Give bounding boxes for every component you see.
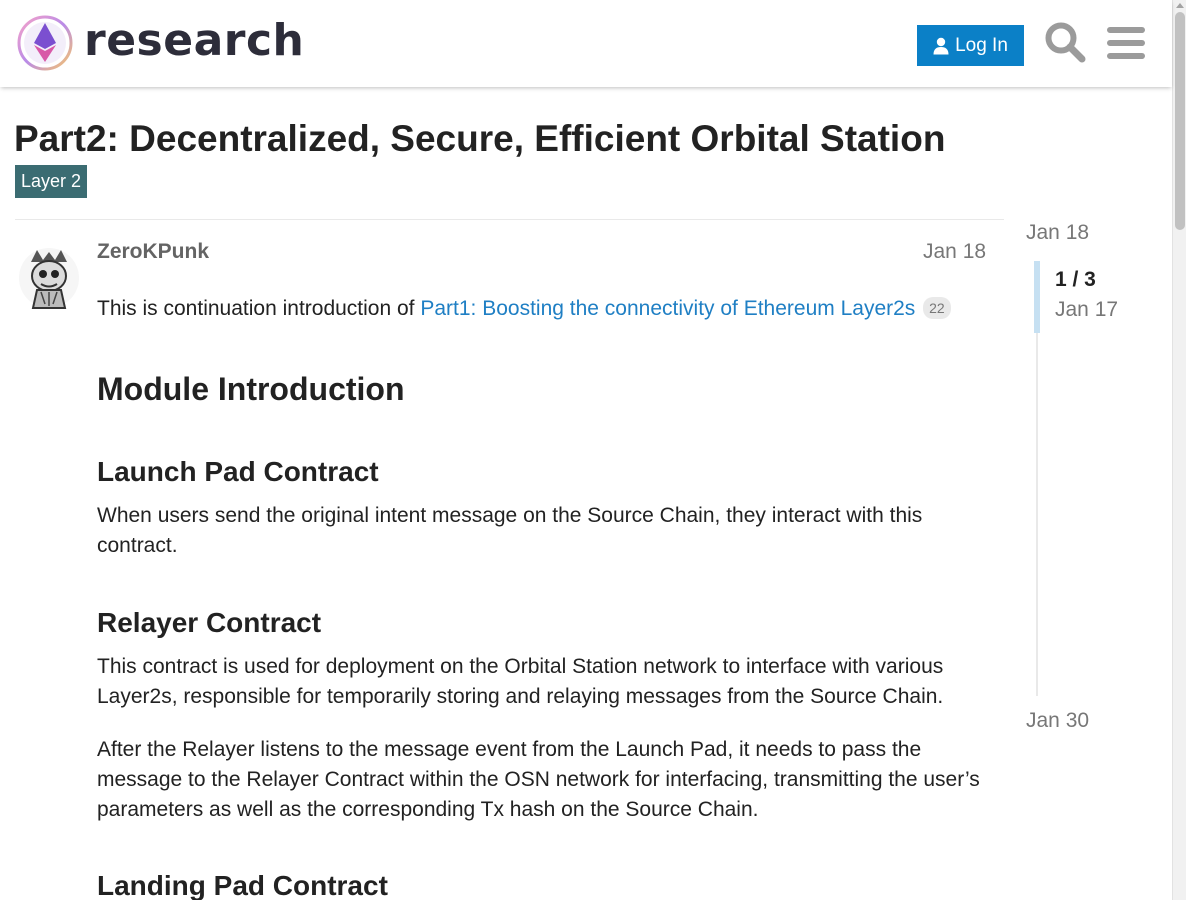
post-body: This is continuation introduction of Par… (97, 294, 997, 900)
paragraph-relayer-1: This contract is used for deployment on … (97, 655, 944, 708)
post-intro: This is continuation introduction of Par… (97, 294, 997, 324)
topic-title[interactable]: Part2: Decentralized, Secure, Efficient … (14, 118, 945, 160)
ethereum-research-logo-icon (17, 15, 73, 71)
post-intro-text: This is continuation introduction of (97, 297, 421, 320)
post-author[interactable]: ZeroKPunk (97, 240, 209, 264)
category-badge[interactable]: Layer 2 (15, 165, 88, 198)
post-date[interactable]: Jan 18 (923, 240, 986, 264)
scroll-up-arrow-icon[interactable] (1176, 3, 1184, 8)
avatar[interactable] (17, 242, 81, 314)
hamburger-menu-icon[interactable] (1107, 26, 1145, 60)
heading-module-introduction: Module Introduction (97, 371, 405, 407)
paragraph-launch-pad: When users send the original intent mess… (97, 504, 923, 557)
login-button[interactable]: Log In (917, 25, 1024, 66)
heading-relayer-contract: Relayer Contract (97, 607, 322, 638)
timeline-end-date[interactable]: Jan 30 (1026, 709, 1089, 733)
login-button-label: Log In (955, 34, 1008, 56)
timeline-position: 1 / 3 (1055, 268, 1096, 291)
paragraph-relayer-2: After the Relayer listens to the message… (97, 738, 980, 821)
timeline-position-date: Jan 17 (1055, 298, 1119, 321)
scrollbar-thumb[interactable] (1175, 12, 1185, 230)
heading-launch-pad-contract: Launch Pad Contract (97, 456, 379, 487)
link-click-count: 22 (923, 297, 951, 319)
site-name: research (84, 15, 305, 66)
post-divider (15, 219, 1004, 220)
heading-landing-pad-contract: Landing Pad Contract (97, 870, 388, 900)
site-logo[interactable]: research (16, 14, 304, 72)
search-icon[interactable] (1044, 21, 1086, 63)
page-scrollbar[interactable] (1172, 0, 1186, 900)
user-icon (933, 37, 949, 54)
site-header: research Log In (0, 0, 1172, 87)
part1-link[interactable]: Part1: Boosting the connectivity of Ethe… (420, 297, 915, 320)
timeline-handle[interactable] (1034, 261, 1040, 333)
timeline-start-date[interactable]: Jan 18 (1026, 221, 1089, 245)
